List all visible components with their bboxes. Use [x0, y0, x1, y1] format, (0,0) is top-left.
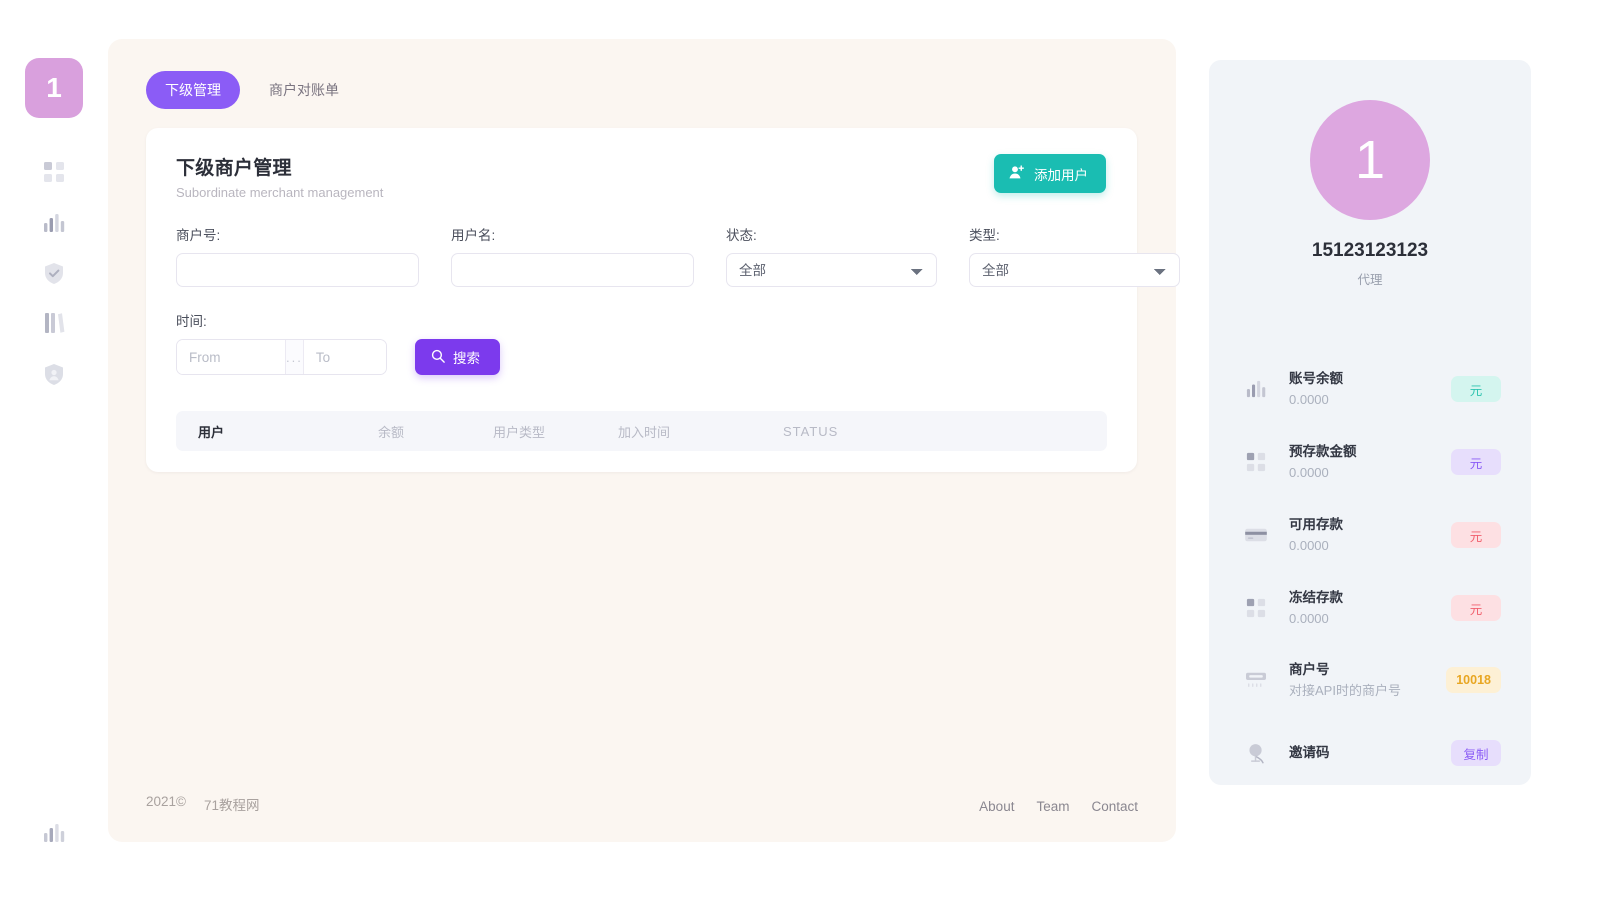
main-panel: 下级管理 商户对账单 下级商户管理 Subordinate merchant m…	[108, 39, 1180, 842]
avatar-text: 1	[1354, 130, 1386, 190]
filter-second-row: 时间: ... 搜索	[176, 310, 500, 375]
shield-user-icon	[44, 363, 64, 386]
search-label: 搜索	[453, 351, 480, 366]
tab-subordinate-management[interactable]: 下级管理	[146, 71, 240, 109]
footer-copyright: 2021© 71教程网	[146, 794, 260, 814]
stat-value: 0.0000	[1289, 391, 1329, 407]
stat-value: 0.0000	[1289, 464, 1329, 480]
page-title: 下级商户管理	[176, 158, 292, 179]
filter-label: 时间:	[176, 314, 207, 329]
filter-label: 商户号:	[176, 228, 221, 243]
stat-account-balance: 账号余额 0.0000 元	[1239, 365, 1501, 413]
search-icon	[431, 349, 445, 366]
grid-icon	[43, 161, 65, 183]
filter-status: 状态: 全部	[726, 224, 937, 287]
search-button[interactable]: 搜索	[415, 339, 500, 375]
footer-link-about[interactable]: About	[979, 799, 1014, 814]
column-header-user-type: 用户类型	[493, 424, 546, 440]
books-icon	[43, 311, 65, 335]
profile-name: 15123123123	[1311, 240, 1429, 261]
tab-label: 商户对账单	[269, 82, 339, 98]
stat-title: 邀请码	[1289, 745, 1330, 760]
stat-value: 0.0000	[1289, 537, 1329, 553]
user-plus-icon	[1008, 164, 1025, 184]
sidebar-item-account-security[interactable]	[37, 357, 71, 391]
filter-form: 商户号: 用户名: 状态: 全部 类型: 全部	[176, 224, 1180, 287]
footer-year: 2021©	[146, 794, 186, 809]
column-header-join-time: 加入时间	[618, 424, 671, 440]
sidebar-item-library[interactable]	[37, 306, 71, 340]
status-badge: 元	[1451, 522, 1501, 548]
footer-links: About Team Contact	[979, 799, 1138, 814]
status-badge: 元	[1451, 449, 1501, 475]
filter-merchant-no: 商户号:	[176, 224, 419, 287]
stat-invite-code: 邀请码 复制	[1239, 729, 1501, 777]
filter-label: 类型:	[969, 228, 1000, 243]
username-input[interactable]	[451, 253, 694, 287]
keyboard-icon	[1239, 663, 1273, 697]
filter-time: 时间: ...	[176, 310, 387, 375]
page-subtitle: Subordinate merchant management	[176, 185, 384, 200]
date-range-group: ...	[176, 339, 387, 375]
app-root: 1 下级管理 商户对账单 下级商户管理 Subordinate merchant…	[0, 0, 1600, 900]
bar-chart-icon	[42, 822, 66, 849]
grid-icon	[1239, 591, 1273, 625]
status-select[interactable]: 全部	[726, 253, 937, 287]
globe-icon	[1239, 736, 1273, 770]
filter-label: 用户名:	[451, 228, 496, 243]
merchant-no-badge: 10018	[1446, 667, 1501, 693]
date-from-input[interactable]	[177, 340, 285, 374]
date-to-input[interactable]	[303, 340, 386, 374]
sidebar-item-stats-bottom[interactable]	[37, 818, 71, 852]
stat-prepaid-amount: 预存款金额 0.0000 元	[1239, 438, 1501, 486]
shield-check-icon	[44, 262, 64, 285]
stat-title: 账号余额	[1289, 370, 1343, 386]
stat-title: 预存款金额	[1289, 443, 1357, 459]
stat-value: 对接API时的商户号	[1289, 682, 1401, 698]
stat-title: 可用存款	[1289, 516, 1343, 532]
profile-role: 代理	[1357, 273, 1383, 287]
filter-label: 状态:	[726, 228, 757, 243]
filter-username: 用户名:	[451, 224, 694, 287]
grid-icon	[1239, 445, 1273, 479]
sidebar: 1	[0, 0, 108, 900]
footer-site-name: 71教程网	[203, 798, 260, 813]
merchant-table-header: 用户 余额 用户类型 加入时间 STATUS	[176, 411, 1107, 451]
column-header-user: 用户	[198, 424, 225, 440]
avatar: 1	[1310, 100, 1430, 220]
card-icon	[1239, 518, 1273, 552]
add-user-button[interactable]: 添加用户	[994, 154, 1106, 193]
copy-button[interactable]: 复制	[1451, 740, 1501, 766]
status-badge: 元	[1451, 595, 1501, 621]
merchant-no-input[interactable]	[176, 253, 419, 287]
bar-chart-icon	[42, 212, 66, 234]
filter-type: 类型: 全部	[969, 224, 1180, 287]
column-header-status: STATUS	[783, 423, 839, 439]
stat-merchant-no: 商户号 对接API时的商户号 10018	[1239, 656, 1501, 704]
stat-available-deposit: 可用存款 0.0000 元	[1239, 511, 1501, 559]
profile-panel: 1 15123123123 代理 账号余额 0.0000 元 预存款金额 0.0…	[1209, 60, 1531, 785]
sidebar-item-grid[interactable]	[37, 155, 71, 189]
footer-link-team[interactable]: Team	[1036, 799, 1069, 814]
tab-merchant-statement[interactable]: 商户对账单	[250, 71, 358, 109]
stat-title: 冻结存款	[1289, 589, 1343, 605]
tab-label: 下级管理	[165, 82, 221, 98]
date-range-separator: ...	[285, 340, 304, 374]
stat-title: 商户号	[1289, 661, 1330, 677]
sidebar-logo[interactable]: 1	[25, 58, 83, 118]
status-badge: 元	[1451, 376, 1501, 402]
sidebar-logo-text: 1	[46, 72, 62, 103]
add-user-label: 添加用户	[1034, 167, 1088, 183]
merchant-management-card: 下级商户管理 Subordinate merchant management 添…	[146, 128, 1180, 472]
stat-value: 0.0000	[1289, 610, 1329, 626]
column-header-balance: 余额	[378, 424, 405, 440]
footer-link-contact[interactable]: Contact	[1091, 799, 1138, 814]
tab-bar: 下级管理 商户对账单	[146, 71, 358, 109]
sidebar-item-verified[interactable]	[37, 256, 71, 290]
stat-frozen-deposit: 冻结存款 0.0000 元	[1239, 584, 1501, 632]
type-select[interactable]: 全部	[969, 253, 1180, 287]
bar-chart-icon	[1239, 372, 1273, 406]
sidebar-item-analytics[interactable]	[37, 206, 71, 240]
